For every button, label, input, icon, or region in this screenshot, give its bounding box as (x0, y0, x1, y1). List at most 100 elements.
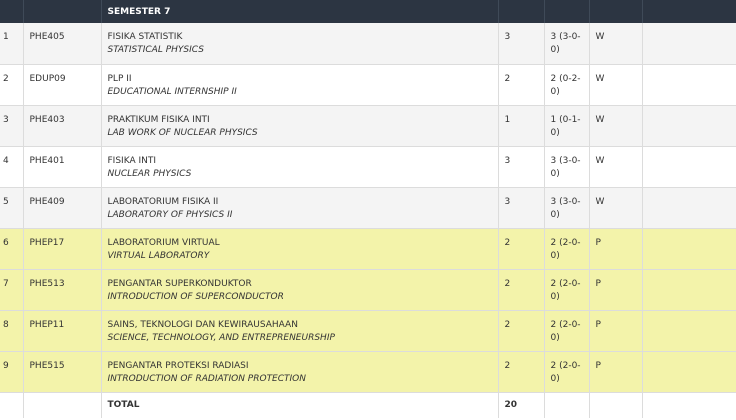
course-name-en: STATISTICAL PHYSICS (107, 45, 204, 55)
table-row: 9 PHE515 PENGANTAR PROTEKSI RADIASI INTRODU… (0, 351, 736, 393)
course-credit-detail: 2 (2-0-0) (544, 310, 590, 352)
course-type: W (589, 64, 643, 106)
semester-title: SEMESTER 7 (101, 0, 499, 23)
course-extra (642, 64, 736, 106)
row-number: 9 (0, 351, 24, 393)
course-type: W (589, 23, 643, 65)
total-cell-empty (0, 392, 24, 418)
course-type: P (589, 351, 643, 393)
table-row: 6 PHEP17 LABORATORIUM VIRTUAL VIRTUAL LABOR… (0, 228, 736, 270)
course-name: FISIKA STATISTIK STATISTICAL PHYSICS (101, 23, 499, 65)
course-code: PHEP11 (23, 310, 102, 352)
course-name-id: FISIKA INTI (107, 155, 157, 166)
row-number: 1 (0, 23, 24, 65)
table-row: 3 PHE403 PRAKTIKUM FISIKA INTI LAB WORK OF … (0, 105, 736, 147)
course-name-en: LAB WORK OF NUCLEAR PHYSICS (107, 127, 258, 138)
total-value: 20 (498, 392, 545, 418)
total-row: TOTAL 20 (0, 392, 736, 418)
row-number: 3 (0, 105, 24, 147)
row-number: 2 (0, 64, 24, 106)
course-extra (642, 351, 736, 393)
course-name: PENGANTAR SUPERKONDUKTOR INTRODUCTION OF … (101, 269, 499, 311)
header-cell-credit-detail (544, 0, 590, 23)
course-name-en: VIRTUAL LABORATORY (107, 250, 210, 261)
course-credit: 1 (498, 105, 545, 147)
row-number: 4 (0, 146, 24, 188)
course-name-en: INTRODUCTION OF SUPERCONDUCTOR (107, 291, 284, 302)
course-code: PHE515 (23, 351, 102, 393)
course-credit: 3 (498, 146, 545, 188)
course-code: PHE403 (23, 105, 102, 147)
table-row: 7 PHE513 PENGANTAR SUPERKONDUKTOR INTRODUCT… (0, 269, 736, 311)
course-code: PHE513 (23, 269, 102, 311)
course-name: PLP II EDUCATIONAL INTERNSHIP II (101, 64, 499, 106)
header-cell-credit (498, 0, 545, 23)
course-name-id: PLP II (107, 73, 132, 84)
course-name-en: SCIENCE, TECHNOLOGY, AND ENTREPRENEURSHI… (107, 332, 335, 343)
curriculum-table: SEMESTER 7 1 PHE405 FISIKA STATISTIK STATIS… (0, 0, 736, 418)
course-name: SAINS, TEKNOLOGI DAN KEWIRAUSAHAAN SCIENC… (101, 310, 499, 352)
course-extra (642, 228, 736, 270)
course-extra (642, 310, 736, 352)
total-label: TOTAL (101, 392, 499, 418)
course-extra (642, 146, 736, 188)
course-credit-detail: 2 (2-0-0) (544, 351, 590, 393)
total-cell-empty (23, 392, 102, 418)
course-type: W (589, 146, 643, 188)
course-credit-detail: 1 (0-1-0) (544, 105, 590, 147)
course-credit: 2 (498, 64, 545, 106)
course-credit-detail: 2 (2-0-0) (544, 269, 590, 311)
course-name-en: NUCLEAR PHYSICS (107, 168, 192, 179)
course-credit-detail: 3 (3-0-0) (544, 23, 590, 65)
total-cell-empty (589, 392, 643, 418)
header-cell-no (0, 0, 24, 23)
course-credit: 2 (498, 351, 545, 393)
course-credit: 3 (498, 23, 545, 65)
row-number: 8 (0, 310, 24, 352)
course-code: EDUP09 (23, 64, 102, 106)
course-name-id: PENGANTAR PROTEKSI RADIASI (107, 360, 249, 371)
total-cell-empty (642, 392, 736, 418)
course-name: PENGANTAR PROTEKSI RADIASI INTRODUCTION O… (101, 351, 499, 393)
course-name-id: SAINS, TEKNOLOGI DAN KEWIRAUSAHAAN (107, 319, 298, 330)
course-extra (642, 187, 736, 229)
course-credit-detail: 3 (3-0-0) (544, 146, 590, 188)
course-code: PHEP17 (23, 228, 102, 270)
table-row: 4 PHE401 FISIKA INTI NUCLEAR PHYSICS 3 3 (3-0… (0, 146, 736, 188)
course-name: FISIKA INTI NUCLEAR PHYSICS (101, 146, 499, 188)
header-cell-code (23, 0, 102, 23)
course-name-id: PRAKTIKUM FISIKA INTI (107, 114, 210, 125)
course-extra (642, 105, 736, 147)
course-code: PHE401 (23, 146, 102, 188)
course-type: P (589, 228, 643, 270)
course-name-id: LABORATORIUM VIRTUAL (107, 237, 220, 248)
course-extra (642, 23, 736, 65)
row-number: 7 (0, 269, 24, 311)
course-name-id: PENGANTAR SUPERKONDUKTOR (107, 278, 252, 289)
course-code: PHE409 (23, 187, 102, 229)
course-code: PHE405 (23, 23, 102, 65)
row-number: 5 (0, 187, 24, 229)
course-name: PRAKTIKUM FISIKA INTI LAB WORK OF NUCLEAR… (101, 105, 499, 147)
table-header-row: SEMESTER 7 (0, 0, 736, 23)
header-cell-extra (642, 0, 736, 23)
course-credit-detail: 2 (2-0-0) (544, 228, 590, 270)
course-credit: 2 (498, 269, 545, 311)
course-type: W (589, 105, 643, 147)
course-type: P (589, 310, 643, 352)
course-credit: 3 (498, 187, 545, 229)
course-name: LABORATORIUM FISIKA II LABORATORY OF PHYS… (101, 187, 499, 229)
row-number: 6 (0, 228, 24, 270)
course-name-en: LABORATORY OF PHYSICS II (107, 209, 233, 220)
table-row: 8 PHEP11 SAINS, TEKNOLOGI DAN KEWIRAUSAHAA… (0, 310, 736, 352)
total-cell-empty (544, 392, 590, 418)
table-row: 2 EDUP09 PLP II EDUCATIONAL INTERNSHIP II 2 2… (0, 64, 736, 106)
course-type: W (589, 187, 643, 229)
course-credit-detail: 2 (0-2-0) (544, 64, 590, 106)
header-cell-type (589, 0, 643, 23)
course-name-id: FISIKA STATISTIK (107, 32, 183, 42)
table-row: 1 PHE405 FISIKA STATISTIK STATISTICAL PHYSI… (0, 23, 736, 65)
course-credit: 2 (498, 310, 545, 352)
course-extra (642, 269, 736, 311)
course-type: P (589, 269, 643, 311)
